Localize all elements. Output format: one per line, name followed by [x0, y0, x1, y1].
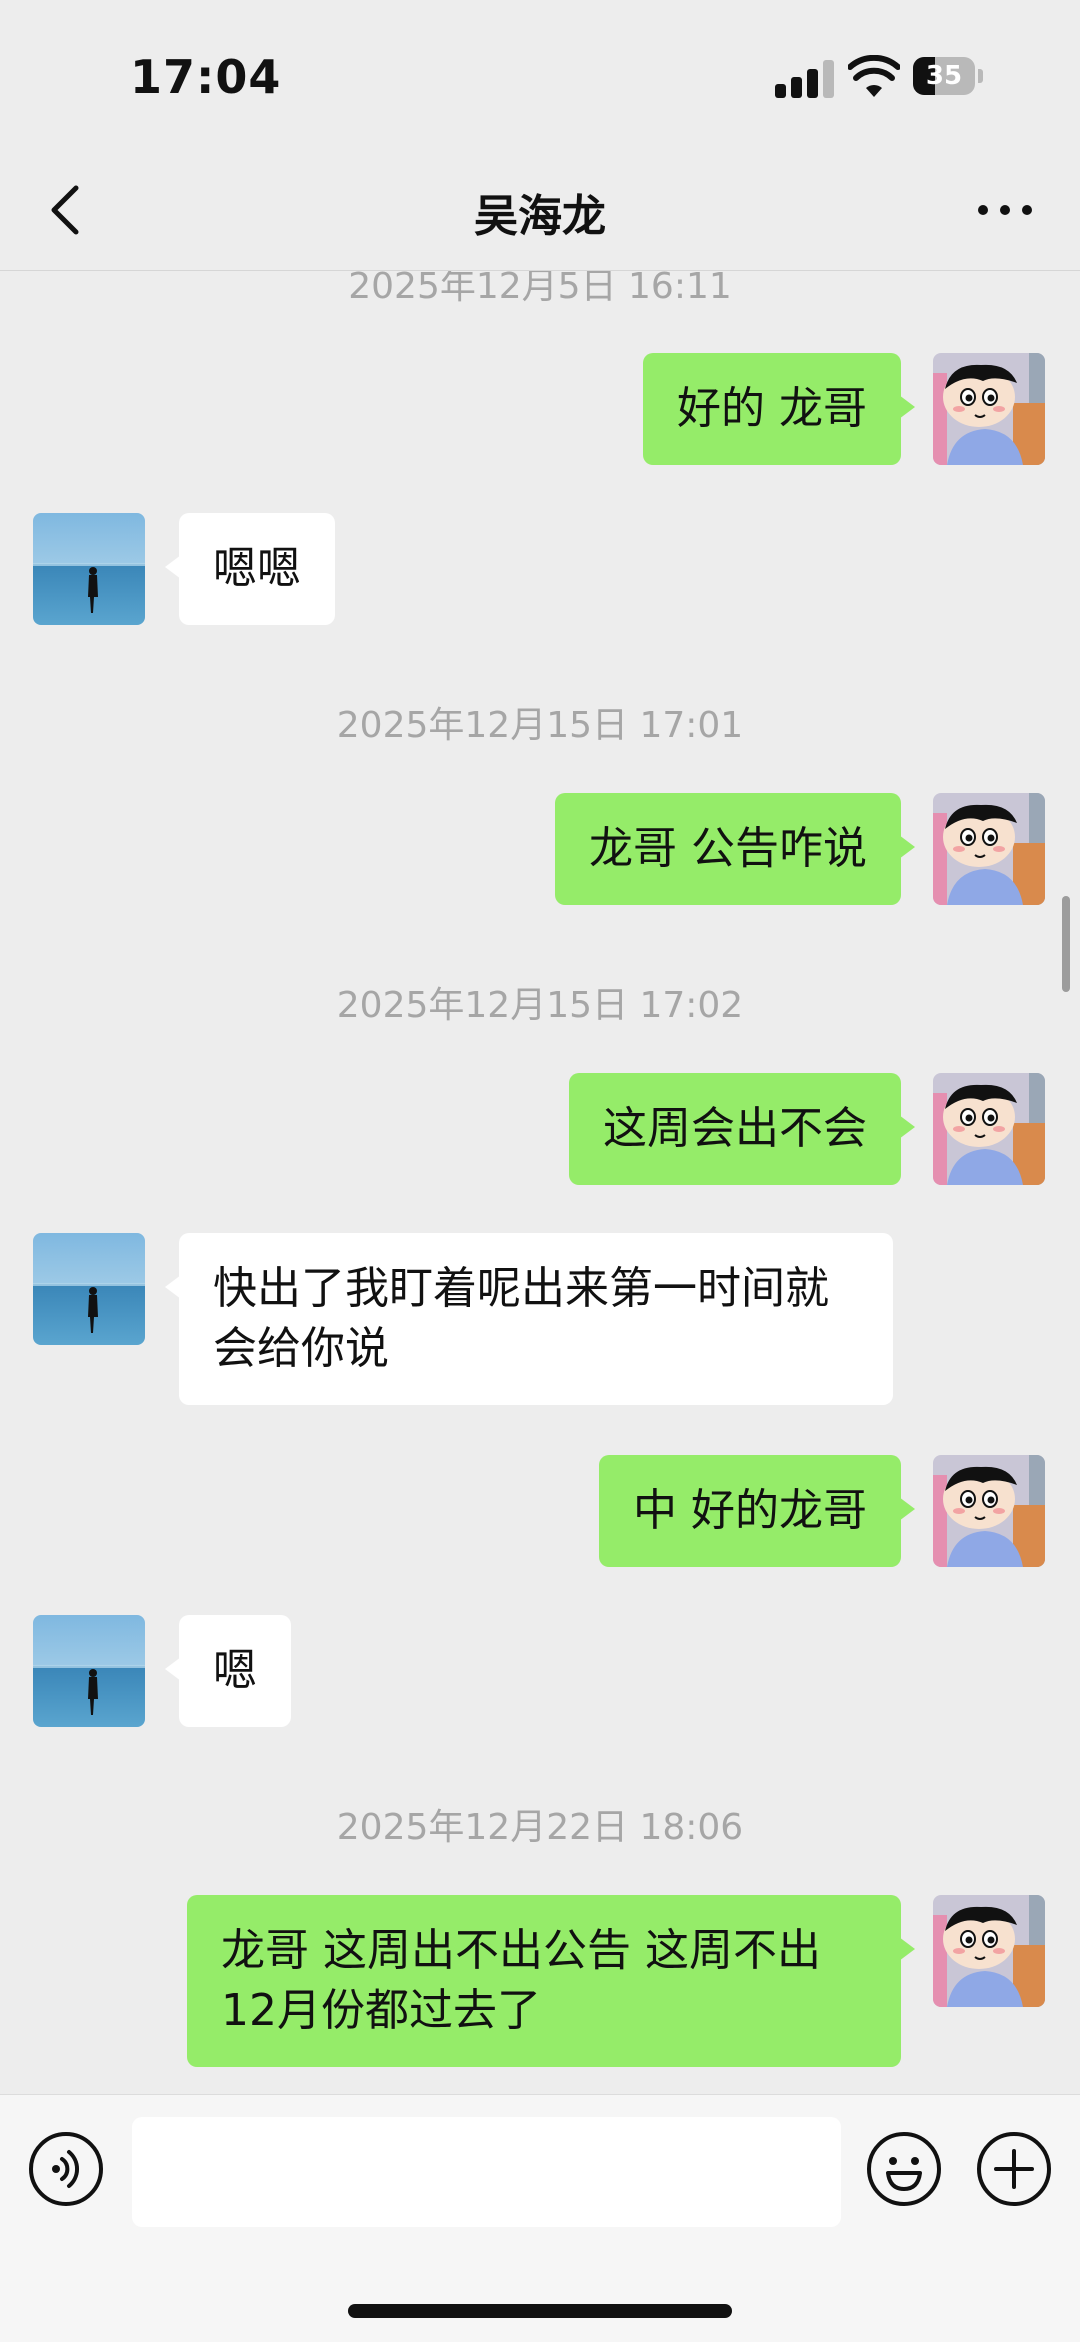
- contact-avatar[interactable]: [33, 513, 145, 625]
- my-avatar[interactable]: [933, 353, 1045, 465]
- battery-icon: 35: [913, 57, 985, 95]
- my-avatar[interactable]: [933, 1073, 1045, 1185]
- timestamp: 2025年12月5日 16:11: [348, 271, 732, 307]
- home-indicator[interactable]: [348, 2304, 732, 2318]
- wifi-icon: [848, 55, 900, 97]
- message-bubble-incoming[interactable]: 嗯: [165, 1615, 291, 1727]
- message-bubble-outgoing[interactable]: 好的 龙哥: [643, 353, 915, 465]
- my-avatar[interactable]: [933, 1895, 1045, 2007]
- plus-icon[interactable]: [976, 2131, 1052, 2207]
- my-avatar[interactable]: [933, 1455, 1045, 1567]
- chevron-left-icon[interactable]: [40, 180, 90, 240]
- message-bubble-outgoing[interactable]: 这周会出不会: [569, 1073, 915, 1185]
- message-bubble-outgoing[interactable]: 中 好的龙哥: [599, 1455, 915, 1567]
- message-bubble-outgoing[interactable]: 龙哥 公告咋说: [555, 793, 915, 905]
- my-avatar[interactable]: [933, 793, 1045, 905]
- status-time: 17:04: [130, 50, 282, 104]
- cellular-signal-icon: [775, 60, 837, 98]
- contact-avatar[interactable]: [33, 1615, 145, 1727]
- battery-level: 35: [925, 61, 963, 91]
- scrollbar[interactable]: [1062, 896, 1070, 992]
- timestamp: 2025年12月15日 17:02: [336, 985, 744, 1026]
- message-bubble-incoming[interactable]: 嗯嗯: [165, 513, 335, 625]
- status-bar: 17:04 35: [0, 0, 1080, 150]
- message-bubble-outgoing[interactable]: 龙哥 这周出不出公告 这周不出12月份都过去了: [187, 1895, 915, 2067]
- timestamp: 2025年12月15日 17:01: [336, 705, 744, 746]
- more-dots-icon[interactable]: [975, 190, 1035, 230]
- contact-avatar[interactable]: [33, 1233, 145, 1345]
- chat-header: 吴海龙: [0, 150, 1080, 271]
- message-input[interactable]: [132, 2117, 841, 2227]
- message-bubble-incoming[interactable]: 快出了我盯着呢出来第一时间就会给你说: [165, 1233, 893, 1405]
- message-list[interactable]: 2025年12月5日 16:11 好的 龙哥 嗯嗯 2025年12月15日 17…: [0, 271, 1080, 2093]
- voice-icon[interactable]: [28, 2131, 104, 2207]
- emoji-icon[interactable]: [866, 2131, 942, 2207]
- chat-title: 吴海龙: [474, 191, 606, 242]
- timestamp: 2025年12月22日 18:06: [336, 1807, 744, 1848]
